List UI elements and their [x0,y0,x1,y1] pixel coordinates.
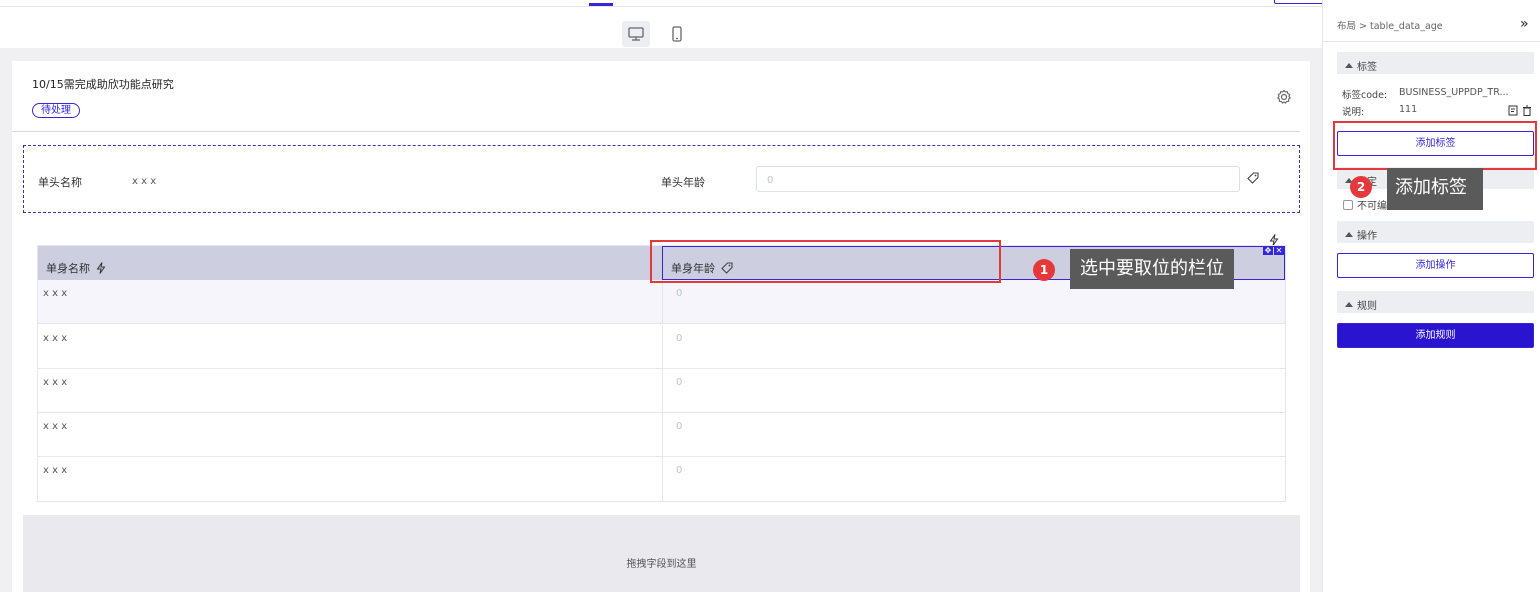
header-age-label: 单头年龄 [661,176,705,189]
column-header-label: 单身名称 [46,262,90,275]
move-icon[interactable]: ✥ [1263,246,1273,255]
add-rule-button[interactable]: 添加规则 [1337,323,1534,348]
table-row[interactable]: x x x 0 [38,457,1285,501]
section-operation-header[interactable]: 操作 [1337,221,1534,243]
drop-zone-text: 拖拽字段到这里 [626,559,697,570]
header-age-input[interactable]: 0 [756,166,1240,192]
step-tooltip-2: 添加标签 [1387,168,1483,210]
form-page: 10/15需完成助欣功能点研究 待处理 单头名称 x x x 单头年龄 0 单身… [12,61,1310,592]
column-divider [662,413,663,457]
table-cell: 0 [676,333,683,344]
section-title: 操作 [1357,231,1377,242]
settings-gear-icon[interactable] [1276,89,1292,105]
section-title: 标签 [1357,62,1377,73]
desc-value: 111 [1399,104,1418,115]
table-cell: x x x [43,288,68,299]
active-tab-indicator [589,3,613,6]
mobile-view-button[interactable] [663,21,691,47]
section-tag-header[interactable]: 标签 [1337,52,1534,74]
selection-toolbar: ✥ ✕ [1263,246,1284,255]
table-row[interactable]: x x x 0 [38,369,1285,413]
column-divider [662,369,663,413]
device-switch-bar [0,8,1322,48]
collapse-triangle-icon [1345,63,1353,68]
table-row[interactable]: x x x 0 [38,325,1285,369]
step-marker-2: 2 [1350,176,1372,198]
collapse-triangle-icon [1345,302,1353,307]
status-badge: 待处理 [32,103,80,118]
title-divider [12,131,1300,132]
mobile-icon [672,26,682,42]
edit-icon[interactable] [1508,105,1519,116]
table-row[interactable]: x x x 0 [38,413,1285,457]
column-header-label: 单身年龄 [671,262,715,275]
breadcrumb: 布局 > table_data_age [1337,21,1443,32]
step-tooltip-1: 选中要取位的栏位 [1070,249,1234,289]
tag-code-row: 标签code: BUSINESS_UPPDP_TR... [1342,87,1509,101]
collapse-panel-icon[interactable]: » [1520,16,1529,32]
table-cell: x x x [43,421,68,432]
table-cell: x x x [43,333,68,344]
properties-panel: 布局 > table_data_age » 标签 标签code: BUSINES… [1322,0,1540,592]
collapse-triangle-icon [1345,232,1353,237]
desktop-view-button[interactable] [622,21,650,47]
section-title: 规则 [1357,301,1377,312]
tag-icon[interactable] [1247,172,1259,184]
desktop-icon [628,27,644,41]
close-icon[interactable]: ✕ [1274,246,1284,255]
table-cell: x x x [43,377,68,388]
tag-icon[interactable] [721,262,733,274]
header-name-value: x x x [132,176,157,187]
field-drop-zone[interactable]: 拖拽字段到这里 [23,515,1300,592]
table-cell: 0 [676,288,683,299]
table-cell: 0 [676,421,683,432]
table-cell: 0 [676,377,683,388]
form-title: 10/15需完成助欣功能点研究 [32,78,174,91]
tag-desc-row: 说明: 111 [1342,104,1417,118]
tag-code-value: BUSINESS_UPPDP_TR... [1399,87,1509,98]
desc-label: 说明: [1342,107,1365,118]
lightning-icon[interactable] [96,262,106,274]
column-divider [662,280,663,324]
delete-icon[interactable] [1522,105,1532,116]
table-cell: x x x [43,465,68,476]
section-rule-header[interactable]: 规则 [1337,291,1534,313]
checkbox-box [1343,199,1353,210]
panel-divider [1323,41,1540,42]
tag-code-label: 标签code: [1342,90,1388,101]
column-header-name[interactable]: 单身名称 [38,246,662,280]
column-divider [662,457,663,501]
header-name-label: 单头名称 [38,176,82,189]
step-marker-1: 1 [1033,259,1055,281]
design-canvas: 10/15需完成助欣功能点研究 待处理 单头名称 x x x 单头年龄 0 单身… [0,8,1322,592]
tag-actions [1508,105,1532,116]
column-divider [662,325,663,369]
add-operation-button[interactable]: 添加操作 [1337,253,1534,278]
table-cell: 0 [676,465,683,476]
add-tag-button[interactable]: 添加标签 [1337,131,1534,156]
header-form-section[interactable]: 单头名称 x x x 单头年龄 0 [23,145,1300,213]
top-bar [0,0,1478,7]
